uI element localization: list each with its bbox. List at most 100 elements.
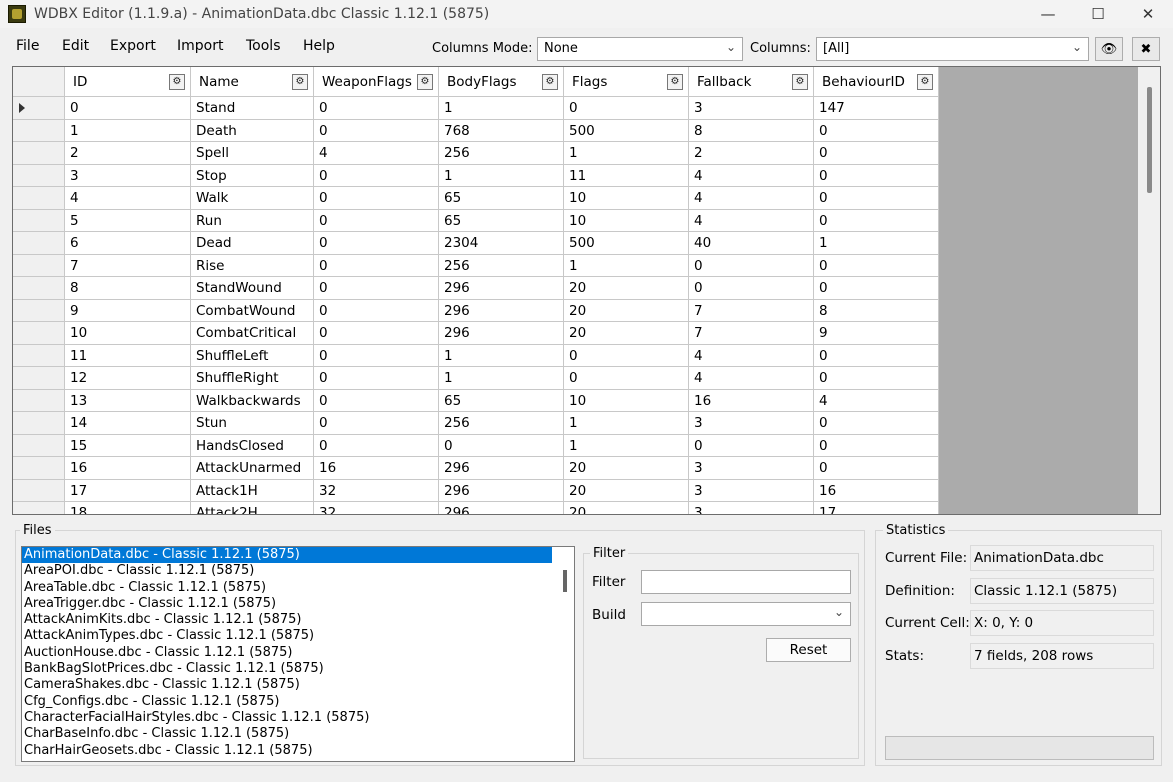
table-cell[interactable]: 0: [314, 344, 439, 367]
table-cell[interactable]: 0: [314, 232, 439, 255]
table-cell[interactable]: 20: [564, 479, 689, 502]
menu-import[interactable]: Import: [177, 38, 223, 54]
clear-columns-button[interactable]: ✖: [1132, 37, 1160, 61]
table-cell[interactable]: 16: [689, 389, 814, 412]
table-cell[interactable]: 4: [689, 209, 814, 232]
table-cell[interactable]: 500: [564, 119, 689, 142]
table-cell[interactable]: 12: [65, 367, 191, 390]
table-cell[interactable]: 296: [439, 299, 564, 322]
menu-edit[interactable]: Edit: [62, 38, 89, 54]
table-cell[interactable]: 4: [314, 142, 439, 165]
table-cell[interactable]: 0: [314, 97, 439, 120]
table-cell[interactable]: 0: [814, 142, 939, 165]
table-cell[interactable]: Spell: [191, 142, 314, 165]
table-cell[interactable]: 0: [564, 367, 689, 390]
row-header[interactable]: [13, 502, 65, 514]
list-item[interactable]: CharHairGeosets.dbc - Classic 1.12.1 (58…: [22, 743, 574, 759]
table-cell[interactable]: 0: [814, 187, 939, 210]
table-cell[interactable]: 296: [439, 322, 564, 345]
table-cell[interactable]: 20: [564, 277, 689, 300]
table-cell[interactable]: 0: [689, 277, 814, 300]
table-cell[interactable]: CombatWound: [191, 299, 314, 322]
table-cell[interactable]: 256: [439, 254, 564, 277]
toggle-visibility-button[interactable]: 👁: [1095, 37, 1123, 61]
table-row[interactable]: 8 StandWound 0 296 20 0 0: [13, 277, 939, 300]
table-cell[interactable]: 3: [689, 457, 814, 480]
table-cell[interactable]: 20: [564, 457, 689, 480]
table-cell[interactable]: 3: [65, 164, 191, 187]
table-row[interactable]: 2 Spell 4 256 1 2 0: [13, 142, 939, 165]
row-header[interactable]: [13, 389, 65, 412]
table-cell[interactable]: 1: [439, 97, 564, 120]
table-cell[interactable]: 16: [314, 457, 439, 480]
table-cell[interactable]: 0: [314, 164, 439, 187]
list-item[interactable]: AreaTrigger.dbc - Classic 1.12.1 (5875): [22, 596, 574, 612]
table-cell[interactable]: 5: [65, 209, 191, 232]
table-cell[interactable]: 9: [814, 322, 939, 345]
table-cell[interactable]: Attack1H: [191, 479, 314, 502]
table-cell[interactable]: 4: [689, 164, 814, 187]
table-cell[interactable]: Stand: [191, 97, 314, 120]
table-cell[interactable]: 9: [65, 299, 191, 322]
table-row[interactable]: 18 Attack2H 32 296 20 3 17: [13, 502, 939, 514]
table-cell[interactable]: 16: [814, 479, 939, 502]
table-cell[interactable]: 0: [814, 457, 939, 480]
table-cell[interactable]: 0: [314, 277, 439, 300]
table-cell[interactable]: 20: [564, 502, 689, 514]
menu-tools[interactable]: Tools: [246, 38, 281, 54]
scrollbar-thumb[interactable]: [1147, 87, 1152, 193]
table-cell[interactable]: 0: [314, 119, 439, 142]
table-cell[interactable]: Attack2H: [191, 502, 314, 514]
table-cell[interactable]: 10: [65, 322, 191, 345]
row-header[interactable]: [13, 164, 65, 187]
table-cell[interactable]: 1: [65, 119, 191, 142]
row-header[interactable]: [13, 277, 65, 300]
table-cell[interactable]: 14: [65, 412, 191, 435]
table-cell[interactable]: 65: [439, 187, 564, 210]
gear-icon[interactable]: ⚙: [792, 74, 808, 90]
row-header[interactable]: [13, 344, 65, 367]
table-cell[interactable]: 1: [564, 254, 689, 277]
table-cell[interactable]: 0: [814, 367, 939, 390]
menu-file[interactable]: File: [16, 38, 39, 54]
table-row[interactable]: 15 HandsClosed 0 0 1 0 0: [13, 434, 939, 457]
table-cell[interactable]: 7: [689, 322, 814, 345]
close-icon[interactable]: ✕: [1123, 0, 1173, 28]
column-header[interactable]: WeaponFlags ⚙: [314, 67, 439, 97]
table-cell[interactable]: 0: [314, 434, 439, 457]
table-row[interactable]: 0 Stand 0 1 0 3 147: [13, 97, 939, 120]
table-cell[interactable]: 65: [439, 209, 564, 232]
row-header[interactable]: [13, 322, 65, 345]
table-cell[interactable]: 0: [314, 367, 439, 390]
table-cell[interactable]: 0: [814, 277, 939, 300]
table-cell[interactable]: 32: [314, 502, 439, 514]
list-item[interactable]: CharacterFacialHairStyles.dbc - Classic …: [22, 710, 574, 726]
table-cell[interactable]: Walkbackwards: [191, 389, 314, 412]
row-header[interactable]: [13, 97, 65, 120]
filter-input[interactable]: [641, 570, 851, 594]
list-item[interactable]: AreaTable.dbc - Classic 1.12.1 (5875): [22, 580, 574, 596]
row-header[interactable]: [13, 457, 65, 480]
gear-icon[interactable]: ⚙: [292, 74, 308, 90]
row-header[interactable]: [13, 209, 65, 232]
table-row[interactable]: 14 Stun 0 256 1 3 0: [13, 412, 939, 435]
list-item[interactable]: AuctionHouse.dbc - Classic 1.12.1 (5875): [22, 645, 574, 661]
table-cell[interactable]: 0: [689, 434, 814, 457]
table-cell[interactable]: 256: [439, 142, 564, 165]
table-cell[interactable]: 1: [564, 142, 689, 165]
table-cell[interactable]: 11: [65, 344, 191, 367]
table-row[interactable]: 9 CombatWound 0 296 20 7 8: [13, 299, 939, 322]
list-item[interactable]: AreaPOI.dbc - Classic 1.12.1 (5875): [22, 563, 574, 579]
table-cell[interactable]: 296: [439, 457, 564, 480]
row-header[interactable]: [13, 232, 65, 255]
table-cell[interactable]: ShuffleRight: [191, 367, 314, 390]
table-cell[interactable]: 1: [814, 232, 939, 255]
table-cell[interactable]: 0: [814, 434, 939, 457]
column-header[interactable]: Name ⚙: [191, 67, 314, 97]
table-cell[interactable]: 1: [439, 344, 564, 367]
table-cell[interactable]: Dead: [191, 232, 314, 255]
columns-mode-select[interactable]: None ⌄: [537, 37, 743, 61]
maximize-icon[interactable]: ☐: [1073, 0, 1123, 28]
table-cell[interactable]: 256: [439, 412, 564, 435]
table-cell[interactable]: 11: [564, 164, 689, 187]
